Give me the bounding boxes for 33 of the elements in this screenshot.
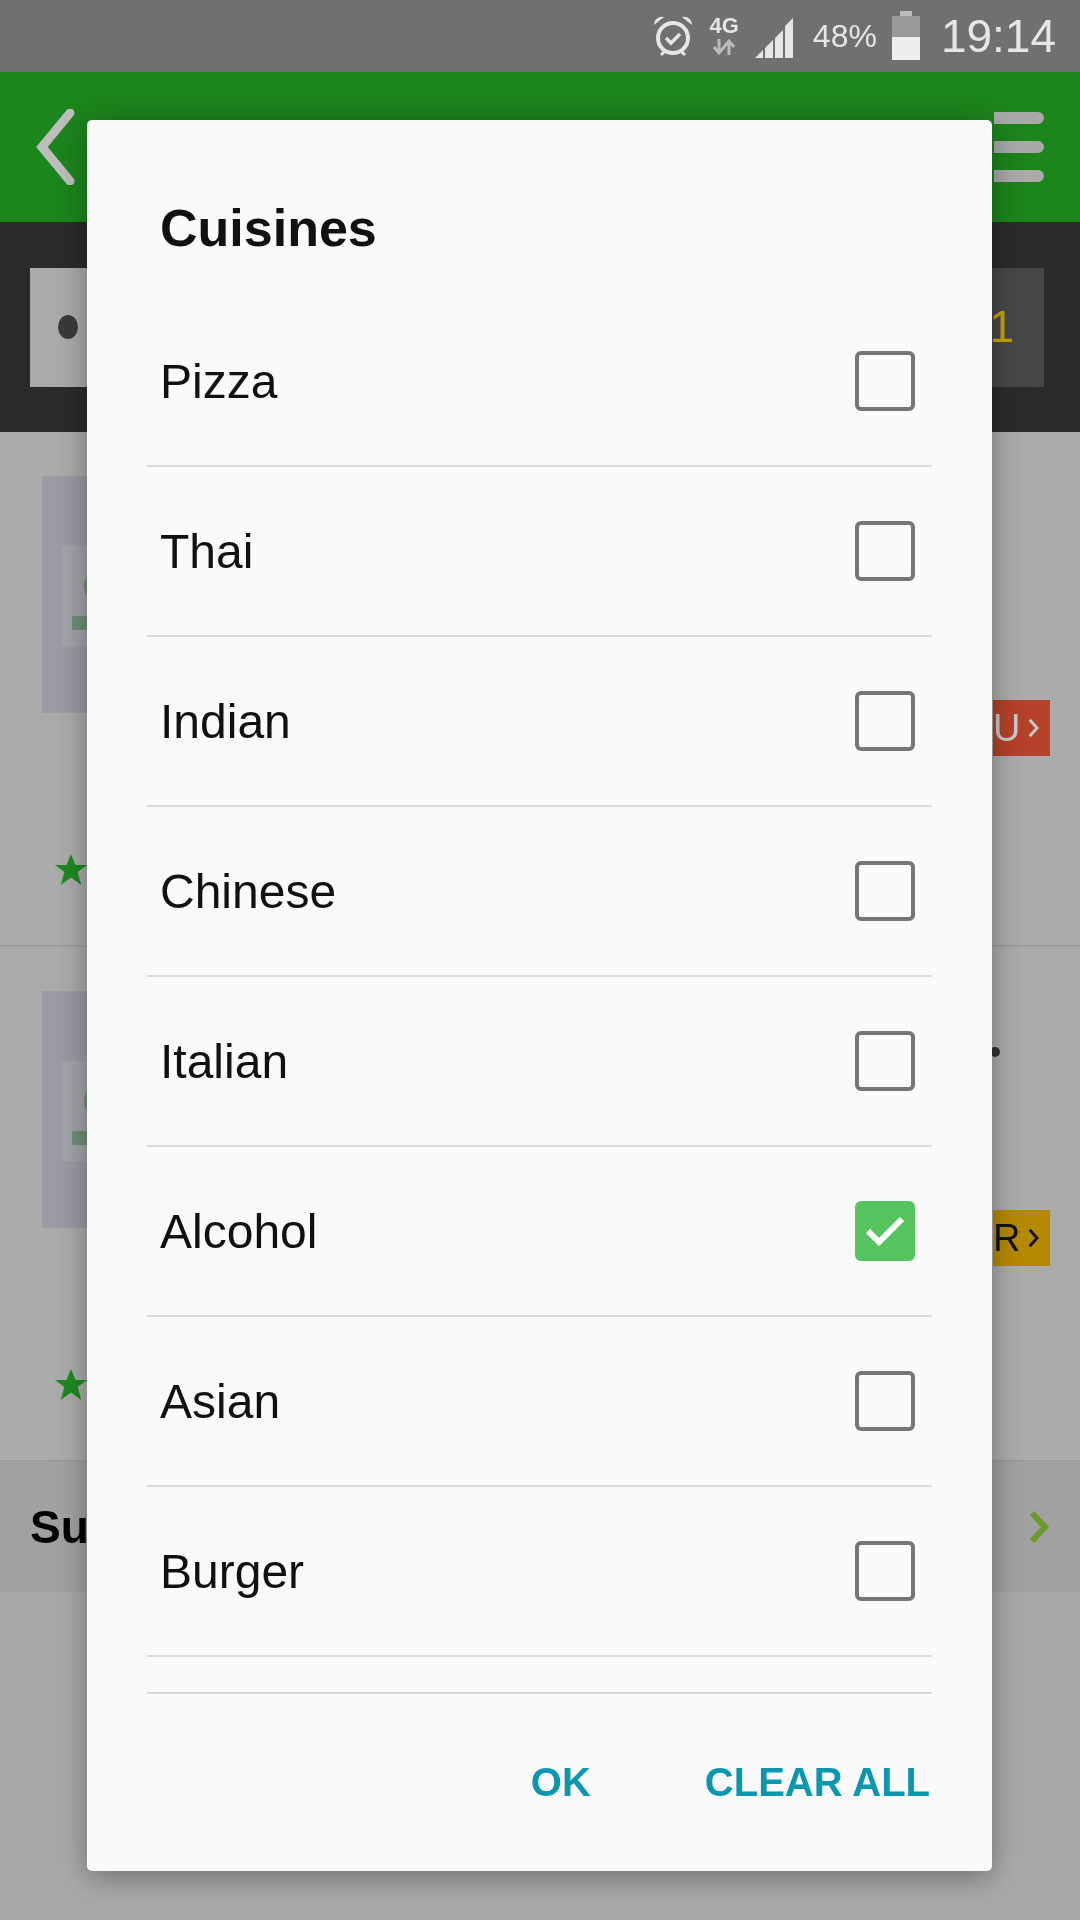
check-icon <box>864 1214 906 1248</box>
option-label: Italian <box>160 1033 289 1089</box>
option-label: Alcohol <box>160 1203 318 1259</box>
network-label: 4G <box>709 15 739 37</box>
battery-icon <box>890 11 921 61</box>
checkbox[interactable] <box>855 1201 915 1261</box>
menu-badge[interactable]: U <box>993 700 1050 756</box>
checkbox[interactable] <box>855 351 915 411</box>
checkbox[interactable] <box>855 1541 915 1601</box>
blob-icon <box>58 314 78 340</box>
back-icon[interactable] <box>36 109 76 185</box>
dialog-button[interactable]: CLEAR ALL <box>692 1752 942 1813</box>
star-icon <box>55 853 87 887</box>
option-label: Asian <box>160 1373 281 1429</box>
checkbox[interactable] <box>855 691 915 751</box>
checkbox[interactable] <box>855 521 915 581</box>
dialog-button[interactable]: OK <box>518 1752 603 1813</box>
option-label: Burger <box>160 1543 305 1599</box>
option-label: Chinese <box>160 863 337 919</box>
option-label: Indian <box>160 693 291 749</box>
menu-badge[interactable]: R <box>993 1210 1050 1266</box>
checkbox[interactable] <box>855 1371 915 1431</box>
checkbox[interactable] <box>855 1031 915 1091</box>
dialog-title: Cuisines <box>159 198 378 259</box>
section-title: Su <box>30 1500 89 1554</box>
option-label: Thai <box>160 523 254 579</box>
battery-percent: 48% <box>812 17 877 55</box>
clock: 19:14 <box>940 9 1056 63</box>
option-label: Pizza <box>160 353 278 409</box>
star-icon <box>55 1368 87 1402</box>
data-arrows-icon <box>712 37 737 57</box>
checkbox[interactable] <box>855 861 915 921</box>
menu-icon[interactable] <box>994 112 1044 182</box>
